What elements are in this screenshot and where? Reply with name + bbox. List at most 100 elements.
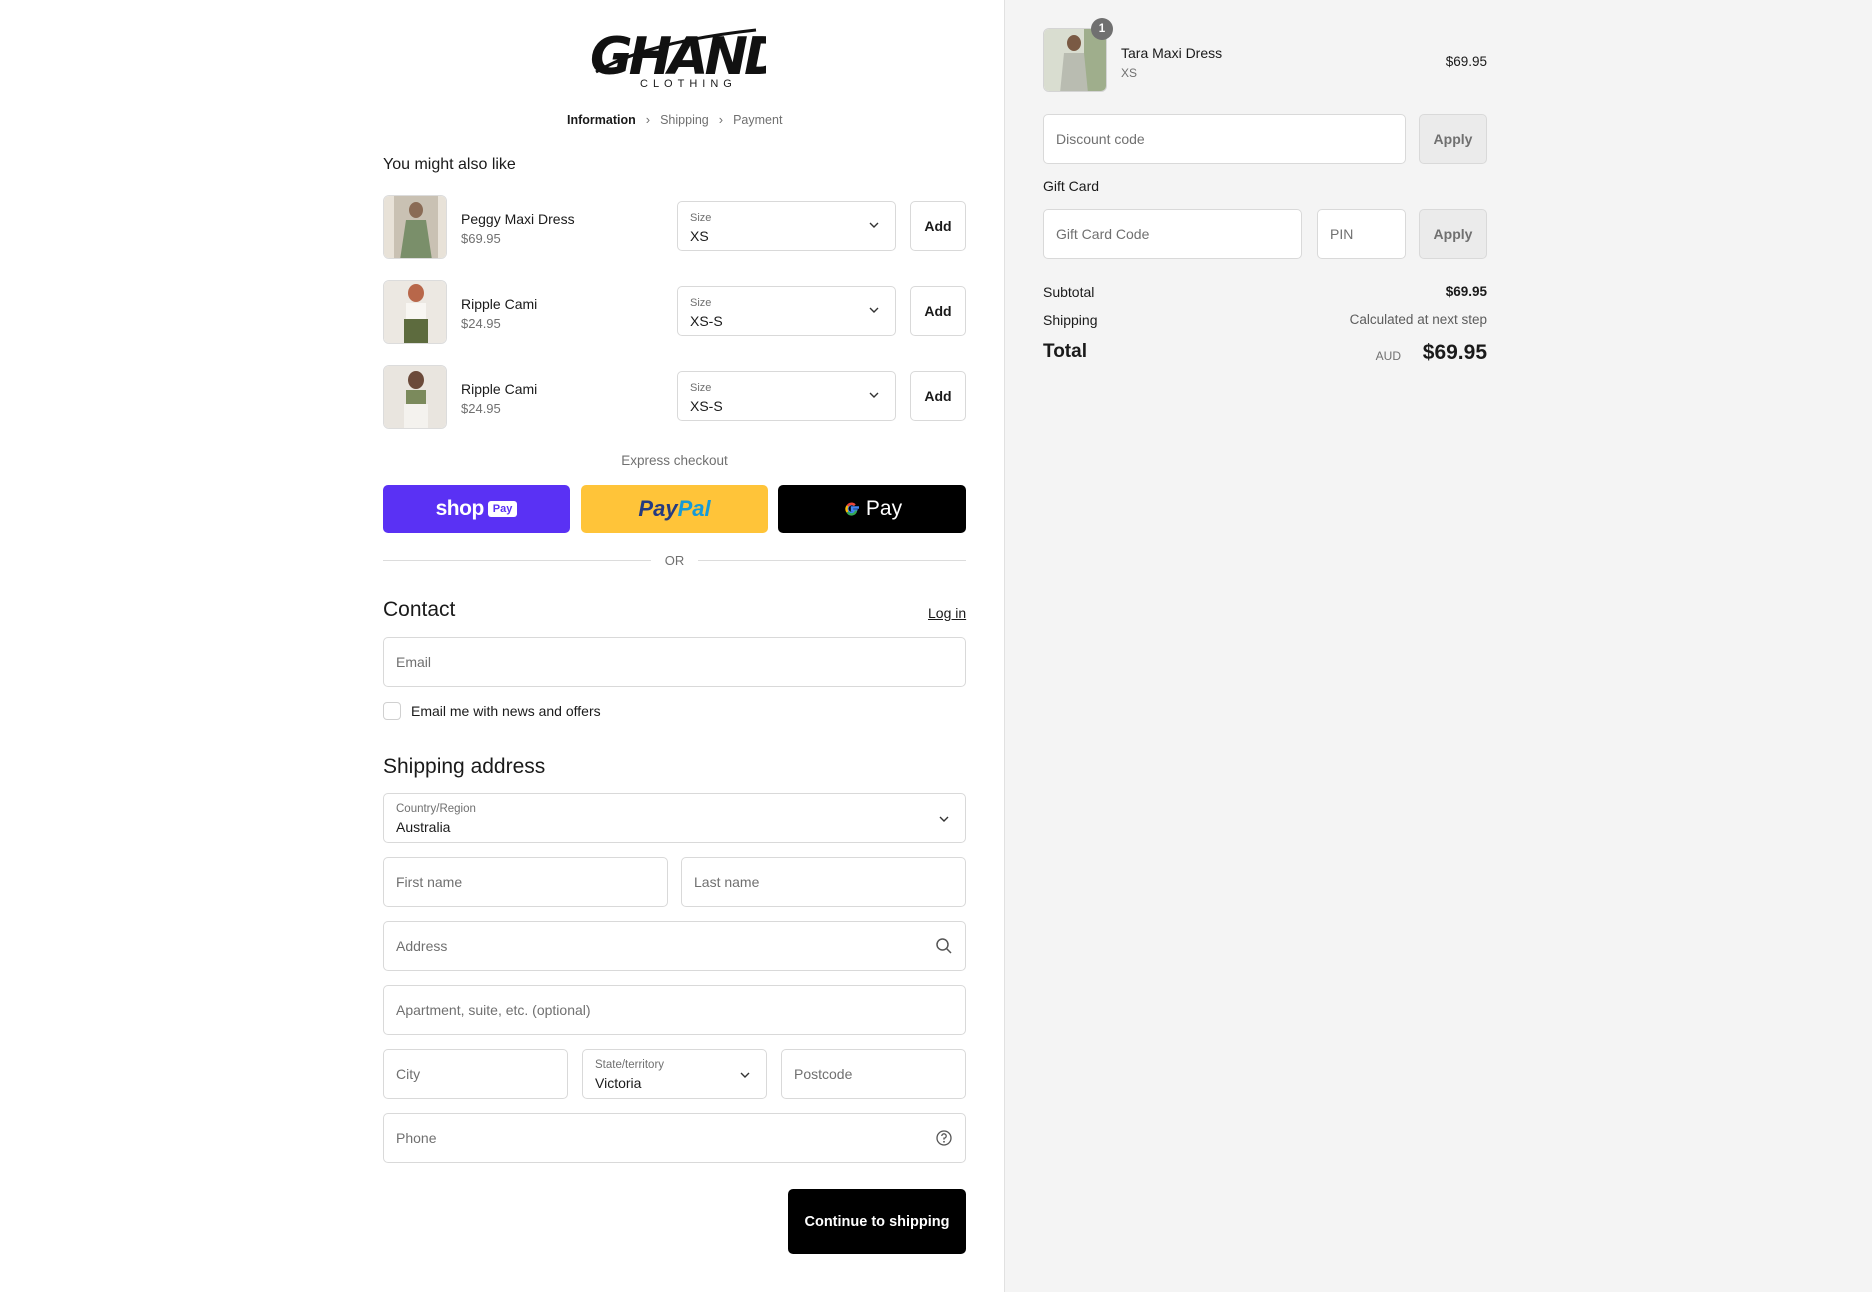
apply-gift-card-button[interactable]: Apply: [1419, 209, 1487, 259]
size-select[interactable]: Size XS: [677, 201, 896, 251]
chevron-right-icon: ›: [718, 112, 724, 127]
contact-title: Contact: [383, 598, 456, 621]
chevron-right-icon: ›: [645, 112, 651, 127]
add-button[interactable]: Add: [910, 371, 966, 421]
cart-item-price: $69.95: [1445, 54, 1487, 69]
express-checkout-label: Express checkout: [621, 453, 728, 468]
postcode-field[interactable]: Postcode: [781, 1049, 966, 1099]
state-value: Victoria: [595, 1075, 642, 1091]
continue-to-shipping-button[interactable]: Continue to shipping: [788, 1189, 966, 1254]
country-select[interactable]: Country/Region Australia: [383, 793, 966, 843]
news-checkbox-row[interactable]: Email me with news and offers: [383, 702, 601, 720]
size-label: Size: [690, 382, 712, 394]
postcode-placeholder: Postcode: [794, 1066, 853, 1082]
cart-line-item: 1 Tara Maxi Dress XS $69.95: [1043, 18, 1487, 94]
size-select[interactable]: Size XS-S: [677, 286, 896, 336]
state-select[interactable]: State/territory Victoria: [582, 1049, 767, 1099]
product-price: $24.95: [461, 401, 501, 416]
email-placeholder: Email: [396, 654, 432, 670]
size-select[interactable]: Size XS-S: [677, 371, 896, 421]
first-name-field[interactable]: First name: [383, 857, 668, 907]
log-in-link[interactable]: Log in: [928, 605, 966, 621]
total-label: Total: [1043, 341, 1087, 362]
search-icon: [936, 938, 952, 954]
subtotal-value: $69.95: [1445, 284, 1487, 299]
checkout-main-panel: GHANDA CLOTHING Information › Shipping ›…: [0, 0, 1004, 1292]
state-label: State/territory: [595, 1059, 665, 1071]
breadcrumb-information[interactable]: Information: [567, 113, 636, 127]
paypal-wordmark: PayPal: [638, 496, 711, 521]
phone-field[interactable]: Phone: [383, 1113, 966, 1163]
upsell-item: Ripple Cami $24.95 Size XS-S Add: [383, 365, 966, 431]
help-icon[interactable]: [935, 1129, 953, 1147]
shop-pay-wordmark: shop: [435, 497, 485, 520]
gift-card-label: Gift Card: [1043, 178, 1100, 194]
cart-item-name: Tara Maxi Dress: [1121, 45, 1223, 61]
quantity-badge: 1: [1091, 18, 1113, 40]
email-field[interactable]: Email: [383, 637, 966, 687]
breadcrumb-payment: Payment: [733, 112, 783, 127]
gift-card-code-placeholder: Gift Card Code: [1056, 226, 1150, 242]
add-button[interactable]: Add: [910, 286, 966, 336]
or-label: OR: [664, 553, 685, 568]
chevron-down-icon: [869, 307, 879, 313]
phone-placeholder: Phone: [396, 1130, 437, 1146]
size-value: XS: [690, 228, 709, 244]
breadcrumb: Information › Shipping › Payment: [567, 112, 782, 127]
product-price: $24.95: [461, 316, 501, 331]
shipping-row: Shipping Calculated at next step: [1043, 312, 1487, 332]
first-name-placeholder: First name: [396, 874, 463, 890]
product-name: Ripple Cami: [461, 381, 538, 397]
subtotal-row: Subtotal $69.95: [1043, 284, 1487, 304]
gift-card-pin-placeholder: PIN: [1330, 226, 1354, 242]
address-field[interactable]: Address: [383, 921, 966, 971]
shop-pay-button[interactable]: shop Pay: [383, 485, 570, 533]
chevron-down-icon: [869, 392, 879, 398]
city-field[interactable]: City: [383, 1049, 568, 1099]
city-placeholder: City: [396, 1066, 421, 1082]
product-name: Peggy Maxi Dress: [461, 211, 575, 227]
size-label: Size: [690, 212, 712, 224]
shipping-address-title: Shipping address: [383, 755, 546, 778]
discount-code-placeholder: Discount code: [1056, 131, 1145, 147]
apartment-field[interactable]: Apartment, suite, etc. (optional): [383, 985, 966, 1035]
google-pay-button[interactable]: Pay: [778, 485, 966, 533]
country-label: Country/Region: [396, 803, 476, 815]
total-value: $69.95: [1422, 341, 1487, 364]
last-name-field[interactable]: Last name: [681, 857, 966, 907]
upsell-item: Ripple Cami $24.95 Size XS-S Add: [383, 280, 966, 346]
chevron-down-icon: [939, 816, 949, 822]
chevron-down-icon: [869, 222, 879, 228]
shop-pay-badge: Pay: [487, 501, 518, 517]
address-placeholder: Address: [396, 938, 448, 954]
paypal-button[interactable]: PayPal: [581, 485, 768, 533]
country-value: Australia: [396, 819, 451, 835]
cart-item-variant: XS: [1121, 66, 1138, 80]
news-checkbox-label: Email me with news and offers: [411, 703, 601, 719]
currency-code: AUD: [1375, 349, 1401, 363]
size-value: XS-S: [690, 313, 723, 329]
upsell-item: Peggy Maxi Dress $69.95 Size XS Add: [383, 195, 966, 261]
logo-subtitle: CLOTHING: [640, 78, 737, 90]
gift-card-code-field[interactable]: Gift Card Code: [1043, 209, 1302, 259]
subtotal-label: Subtotal: [1043, 284, 1095, 300]
product-thumbnail: [383, 280, 447, 344]
size-value: XS-S: [690, 398, 723, 414]
product-thumbnail: [383, 195, 447, 259]
product-price: $69.95: [461, 231, 501, 246]
discount-code-field[interactable]: Discount code: [1043, 114, 1406, 164]
gift-card-pin-field[interactable]: PIN: [1317, 209, 1406, 259]
upsell-title: You might also like: [383, 156, 516, 173]
apply-discount-button[interactable]: Apply: [1419, 114, 1487, 164]
product-name: Ripple Cami: [461, 296, 538, 312]
shipping-value: Calculated at next step: [1349, 312, 1487, 327]
product-thumbnail: [383, 365, 447, 429]
add-button[interactable]: Add: [910, 201, 966, 251]
breadcrumb-shipping: Shipping: [660, 112, 709, 127]
last-name-placeholder: Last name: [694, 874, 760, 890]
shipping-label: Shipping: [1043, 312, 1098, 328]
or-divider: OR: [383, 551, 966, 571]
chevron-down-icon: [740, 1072, 750, 1078]
news-checkbox[interactable]: [383, 702, 401, 720]
order-summary-panel: [1004, 0, 1872, 1292]
